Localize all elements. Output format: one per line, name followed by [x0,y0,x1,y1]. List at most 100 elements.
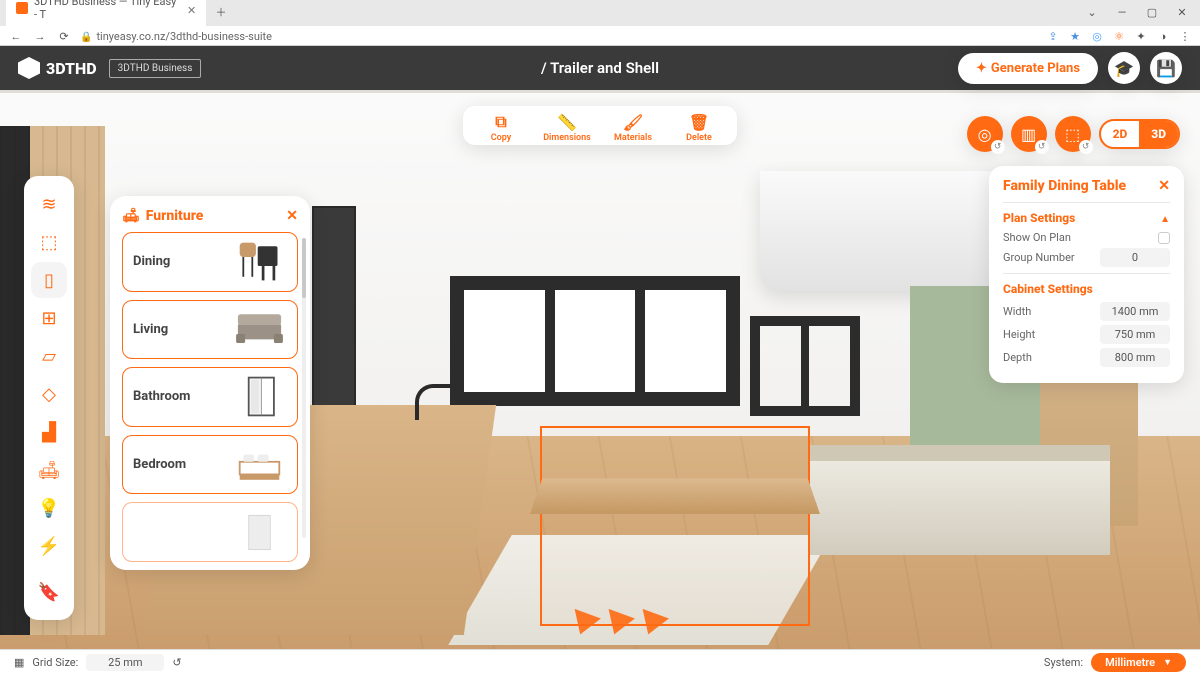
chevron-down-icon[interactable]: ⌄ [1078,2,1106,22]
nav-reload-button[interactable]: ⟳ [56,28,72,44]
profile-icon[interactable]: ◑ [1156,29,1170,43]
dining-table-object[interactable] [530,446,820,616]
category-living[interactable]: Living [122,300,298,360]
nav-back-button[interactable]: ← [8,28,24,44]
window-controls: ⌄ ― ▢ ✕ [1078,2,1196,22]
sidebar-item-model[interactable]: ⬚ [31,224,67,260]
materials-button[interactable]: 🖌 Materials [609,112,657,143]
furniture-panel: 🛋Furniture Dining Living Bathroom Bedroo… [110,196,310,570]
units-select[interactable]: Millimetre ▼ [1091,653,1186,672]
category-more[interactable] [122,502,298,562]
layers-icon: ▥ [1021,125,1036,144]
sidebar-item-bookmark[interactable]: 🔖 [31,574,67,610]
extension-tray: ⇪ ★ ◎ ⚛ ✦ ◑ ⋮ [1046,29,1192,43]
field-group-number: Group Number 0 [1003,248,1170,267]
paint-icon: 🖌 [623,112,643,132]
grid-icon: ▦ [14,656,24,669]
system-label: System: [1044,656,1083,669]
save-icon: 💾 [1156,59,1176,78]
category-dining[interactable]: Dining [122,232,298,292]
width-input[interactable]: 1400 mm [1100,302,1170,321]
group-number-input[interactable]: 0 [1100,248,1170,267]
kebab-menu-icon[interactable]: ⋮ [1178,29,1192,43]
bathroom-thumb-icon [232,374,287,419]
delete-button[interactable]: 🗑 Delete [675,112,723,143]
nav-forward-button[interactable]: → [32,28,48,44]
bedroom-thumb-icon [232,442,287,487]
star-icon[interactable]: ★ [1068,29,1082,43]
new-tab-button[interactable]: ＋ [210,1,232,23]
camera-reset-button[interactable]: ◎↺ [967,116,1003,152]
browser-tabbar: 3DTHD Business — Tiny Easy - T ✕ ＋ ⌄ ― ▢… [0,0,1200,26]
ruler-icon: 📏 [557,112,577,132]
sofa-icon: 🛋 [122,208,140,224]
layers-view-button[interactable]: ▥↺ [1011,116,1047,152]
category-bathroom[interactable]: Bathroom [122,367,298,427]
height-input[interactable]: 750 mm [1100,325,1170,344]
plan-badge[interactable]: 3DTHD Business [109,59,202,78]
box-icon: ⬚ [1065,125,1080,144]
move-gizmo-icon[interactable] [570,613,666,635]
toggle-2d[interactable]: 2D [1101,121,1140,147]
sidebar-item-furniture[interactable]: 🛋 [31,452,67,488]
dimensions-button[interactable]: 📏 Dimensions [543,112,591,143]
sidebar-item-wall[interactable]: ▱ [31,338,67,374]
sidebar-item-stairs[interactable]: ▟ [31,414,67,450]
properties-close-button[interactable] [1158,178,1170,194]
breadcrumb[interactable]: / Trailer and Shell [541,59,659,77]
learn-button[interactable]: 🎓 [1108,52,1140,84]
layers-icon: ≋ [41,194,56,215]
ext-atom-icon[interactable]: ⚛ [1112,29,1126,43]
ext-circle-icon[interactable]: ◎ [1090,29,1104,43]
app-logo[interactable]: 3DTHD [18,57,97,79]
sidebar-item-layers[interactable]: ≋ [31,186,67,222]
show-on-plan-checkbox[interactable] [1158,232,1170,244]
panel-scrollbar[interactable] [302,238,306,538]
field-width: Width 1400 mm [1003,302,1170,321]
window-close-button[interactable]: ✕ [1168,2,1196,22]
puzzle-icon[interactable]: ✦ [1134,29,1148,43]
browser-addressbar: ← → ⟳ 🔒tinyeasy.co.nz/3dthd-business-sui… [0,26,1200,46]
view-mode-toggle[interactable]: 2D 3D [1099,119,1180,149]
copy-button[interactable]: ⧉ Copy [477,112,525,143]
sidebar-item-window[interactable]: ⊞ [31,300,67,336]
chevron-up-icon [1160,211,1170,225]
floor-icon: ◇ [42,384,56,405]
door-icon: ▯ [44,270,54,291]
depth-input[interactable]: 800 mm [1100,348,1170,367]
share-icon[interactable]: ⇪ [1046,29,1060,43]
sidebar-item-electrical[interactable]: ⚡ [31,528,67,564]
browser-tab[interactable]: 3DTHD Business — Tiny Easy - T ✕ [6,0,206,26]
status-bar: ▦ Grid Size: 25 mm ↺ System: Millimetre … [0,649,1200,675]
trash-icon: 🗑 [689,112,709,132]
cube-icon [18,57,40,79]
category-list: Dining Living Bathroom Bedroom [122,232,298,562]
cube-icon: ⬚ [40,232,57,253]
wall-icon: ▱ [42,346,56,367]
living-thumb-icon [232,307,287,352]
section-plan-settings[interactable]: Plan Settings [1003,202,1170,225]
sidebar-item-door[interactable]: ▯ [31,262,67,298]
stairs-icon: ▟ [42,422,56,443]
panel-close-button[interactable] [286,208,298,224]
sidebar-item-lighting[interactable]: 💡 [31,490,67,526]
field-height: Height 750 mm [1003,325,1170,344]
save-button[interactable]: 💾 [1150,52,1182,84]
generate-plans-button[interactable]: ✦ Generate Plans [958,53,1098,84]
toggle-3d[interactable]: 3D [1139,121,1178,147]
window-minimize-button[interactable]: ― [1108,2,1136,22]
grid-size-input[interactable]: 25 mm [86,654,164,671]
section-cabinet-settings[interactable]: Cabinet Settings [1003,273,1170,296]
dining-thumb-icon [232,239,287,284]
app-viewport: 3DTHD 3DTHD Business / Trailer and Shell… [0,46,1200,675]
view-controls: ◎↺ ▥↺ ⬚↺ 2D 3D [967,116,1180,152]
box-view-button[interactable]: ⬚↺ [1055,116,1091,152]
category-bedroom[interactable]: Bedroom [122,435,298,495]
url-field[interactable]: 🔒tinyeasy.co.nz/3dthd-business-suite [80,30,1038,43]
window-maximize-button[interactable]: ▢ [1138,2,1166,22]
app-header: 3DTHD 3DTHD Business / Trailer and Shell… [0,46,1200,90]
sidebar-item-floor[interactable]: ◇ [31,376,67,412]
target-icon: ◎ [978,125,992,144]
undo-button[interactable]: ↺ [172,656,181,669]
tab-close-icon[interactable]: ✕ [187,4,196,13]
